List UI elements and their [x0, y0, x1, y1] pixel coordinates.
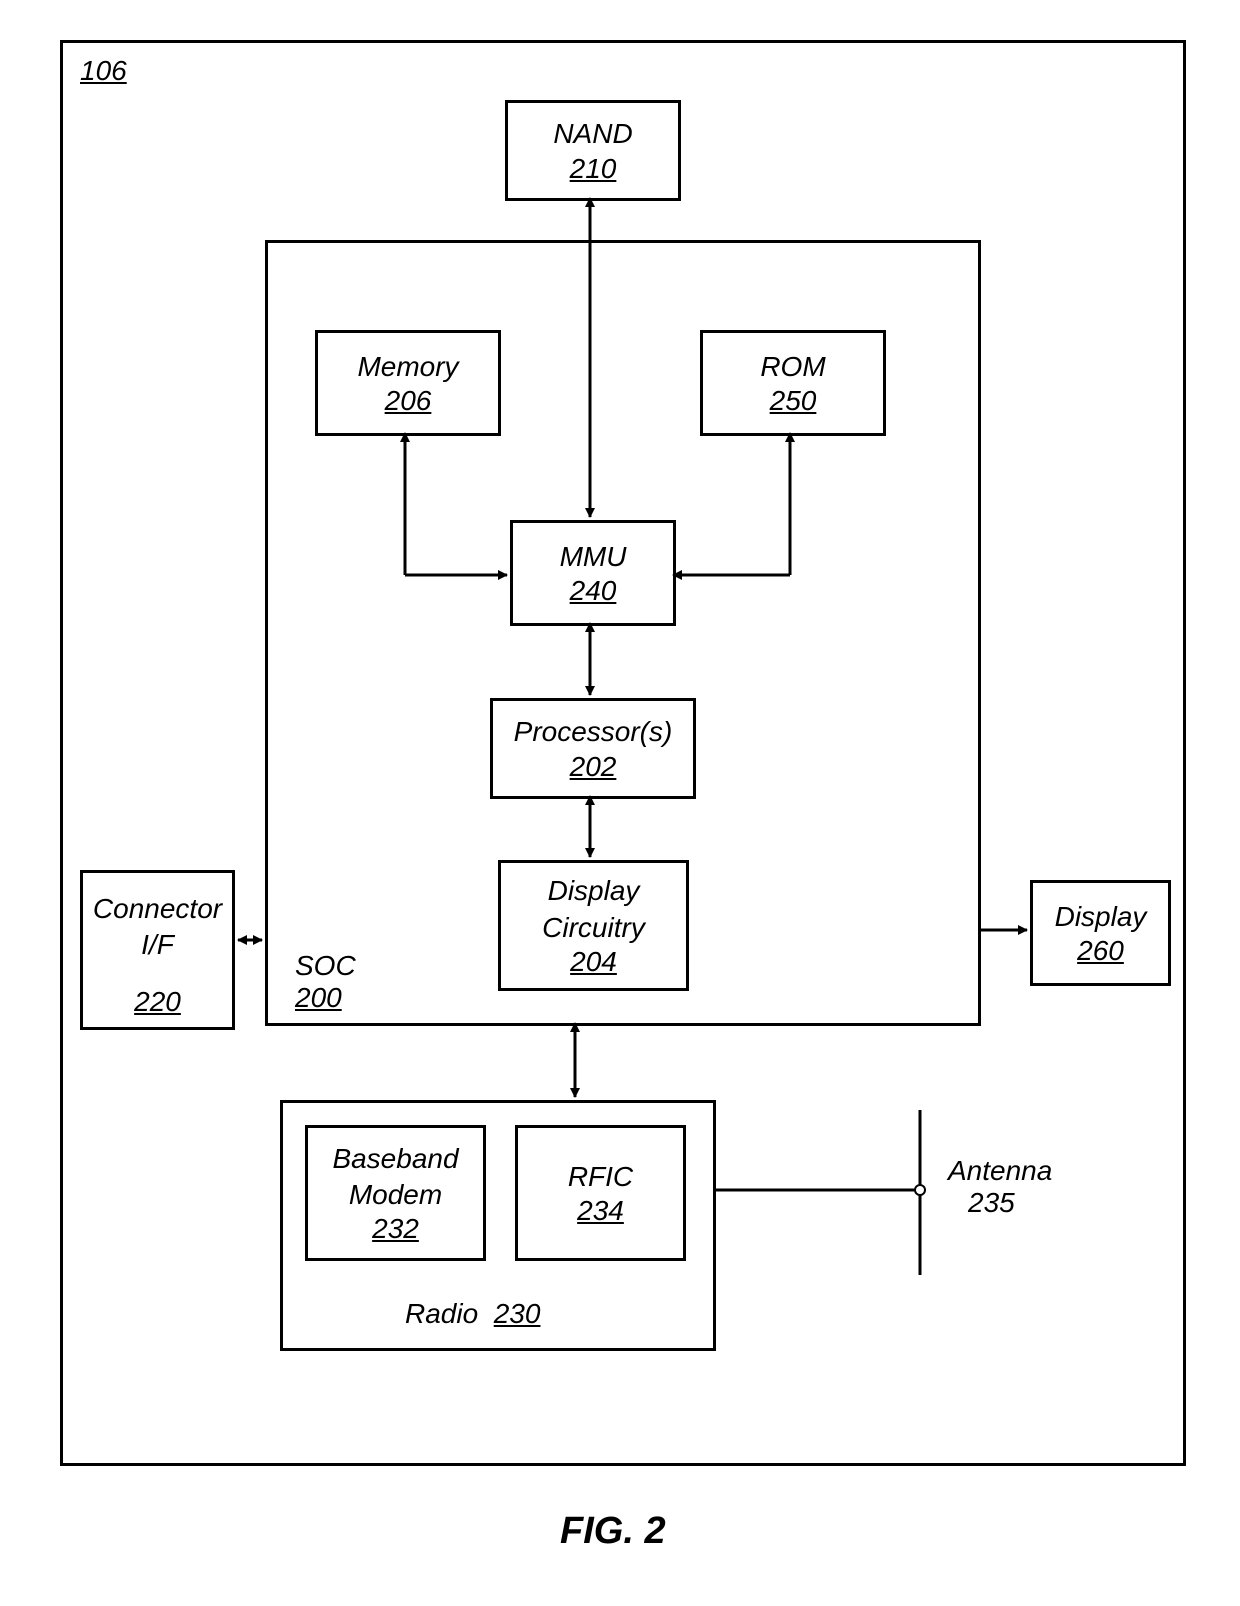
- processor-box: Processor(s) 202: [490, 698, 696, 799]
- soc-num: 200: [295, 982, 342, 1013]
- radio-label-row: Radio 230: [405, 1298, 540, 1330]
- memory-label: Memory: [357, 349, 458, 385]
- mmu-label: MMU: [560, 539, 627, 575]
- connector-label2: I/F: [141, 927, 174, 963]
- rom-label: ROM: [760, 349, 825, 385]
- processor-num: 202: [570, 751, 617, 783]
- rom-num: 250: [770, 385, 817, 417]
- antenna-num: 235: [968, 1187, 1015, 1218]
- connector-box: Connector I/F 220: [80, 870, 235, 1030]
- connector-num: 220: [134, 986, 181, 1018]
- nand-num: 210: [570, 153, 617, 185]
- rfic-label: RFIC: [568, 1159, 633, 1195]
- antenna-label: Antenna: [948, 1155, 1052, 1186]
- rfic-box: RFIC 234: [515, 1125, 686, 1261]
- radio-label: Radio: [405, 1298, 478, 1329]
- display-label: Display: [1055, 899, 1147, 935]
- baseband-label1: Baseband: [332, 1141, 458, 1177]
- soc-label-text: SOC: [295, 950, 356, 981]
- figure-caption: FIG. 2: [560, 1510, 666, 1553]
- outer-num: 106: [80, 55, 127, 87]
- connector-label1: Connector: [93, 891, 222, 927]
- nand-label: NAND: [553, 116, 632, 152]
- radio-num: 230: [494, 1298, 541, 1329]
- memory-box: Memory 206: [315, 330, 501, 436]
- antenna-label-group: Antenna 235: [948, 1155, 1052, 1219]
- display-circuitry-box: Display Circuitry 204: [498, 860, 689, 991]
- baseband-label2: Modem: [349, 1177, 442, 1213]
- display-circuitry-label2: Circuitry: [542, 910, 645, 946]
- mmu-box: MMU 240: [510, 520, 676, 626]
- display-circuitry-num: 204: [570, 946, 617, 978]
- baseband-num: 232: [372, 1213, 419, 1245]
- display-num: 260: [1077, 935, 1124, 967]
- memory-num: 206: [385, 385, 432, 417]
- mmu-num: 240: [570, 575, 617, 607]
- rom-box: ROM 250: [700, 330, 886, 436]
- diagram-container: 106 NAND 210 SOC 200 Memory 206 ROM 250 …: [20, 20, 1220, 1586]
- display-box: Display 260: [1030, 880, 1171, 986]
- nand-box: NAND 210: [505, 100, 681, 201]
- soc-label: SOC 200: [295, 950, 356, 1014]
- baseband-box: Baseband Modem 232: [305, 1125, 486, 1261]
- display-circuitry-label1: Display: [548, 873, 640, 909]
- rfic-num: 234: [577, 1195, 624, 1227]
- processor-label: Processor(s): [514, 714, 673, 750]
